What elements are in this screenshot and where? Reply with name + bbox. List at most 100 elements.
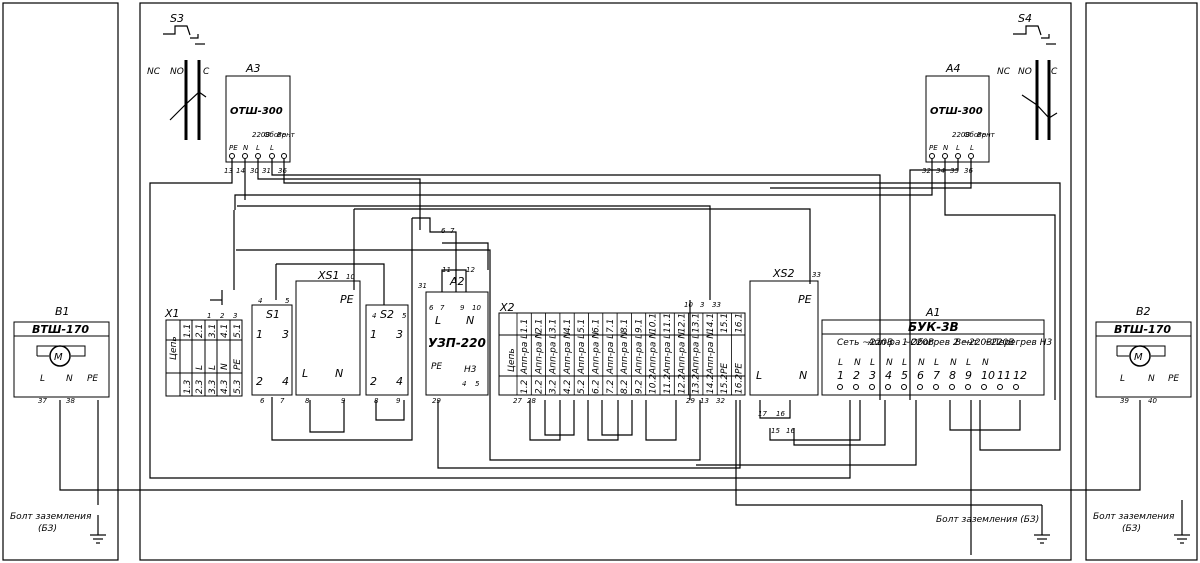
svg-text:3: 3 [700, 301, 704, 309]
svg-text:15: 15 [771, 427, 780, 435]
a1-terminal [981, 384, 987, 390]
svg-text:31: 31 [262, 167, 271, 175]
x2-circuit-label: Апп-ра L [634, 334, 644, 375]
svg-text:PE: PE [929, 144, 938, 152]
fan-b2: B2 ВТШ-170 M L N PE 39 40 Болт заземлени… [1093, 305, 1192, 534]
surge-protector-a2: 31 11 12 6 7 A2 6 7 9 10 L N УЗП-220 PE … [418, 227, 489, 405]
a1-terminal [997, 384, 1003, 390]
x2-top-id: 10.1 [649, 313, 659, 333]
x2-circuit-label: PE [720, 363, 730, 374]
a1-terminal-number: 9 [965, 369, 972, 382]
svg-text:32: 32 [922, 167, 931, 175]
svg-text:13: 13 [700, 397, 709, 405]
a1-terminal-number: 3 [869, 369, 876, 382]
a1-terminal-number: 7 [933, 369, 940, 382]
a1-terminal-number: 1 [837, 369, 844, 382]
svg-text:N: N [220, 363, 230, 370]
svg-text:N: N [466, 314, 474, 327]
x2-bottom-id: 15.2 [720, 374, 730, 394]
svg-text:27: 27 [513, 397, 522, 405]
svg-text:4.3: 4.3 [220, 379, 230, 394]
a1-terminal [885, 384, 891, 390]
x2-bottom-id: 8.2 [620, 379, 630, 394]
x2-bottom-id: 10.2 [649, 374, 659, 394]
x2-circuit-label: Апп-ра N [620, 332, 630, 375]
svg-text:M: M [54, 352, 63, 363]
svg-text:N: N [1148, 374, 1155, 384]
svg-text:10: 10 [472, 304, 481, 312]
x2-circuit-label: Апп-ра L [577, 334, 587, 375]
x2-circuit-label: Апп-ра N [706, 332, 716, 375]
x2-top-id: 15.1 [720, 313, 730, 333]
svg-text:A1: A1 [925, 306, 941, 319]
svg-text:M: M [1134, 352, 1143, 363]
svg-text:1: 1 [370, 328, 377, 341]
a1-ln-label: L [838, 358, 843, 368]
x2-top-id: 6.1 [592, 319, 602, 333]
a1-ln-label: L [934, 358, 939, 368]
a1-terminal [837, 384, 843, 390]
svg-text:9: 9 [460, 304, 465, 312]
svg-text:3: 3 [233, 312, 237, 320]
svg-text:34: 34 [936, 167, 945, 175]
b2-ground-label: Болт заземления [1093, 512, 1175, 522]
svg-text:7: 7 [280, 397, 285, 405]
svg-text:3.3: 3.3 [208, 379, 218, 394]
a1-ln-label: N [918, 358, 925, 368]
svg-text:L: L [256, 144, 260, 152]
b2-ref: B2 [1136, 305, 1151, 318]
x2-bottom-id: 4.2 [563, 379, 573, 394]
svg-text:6: 6 [260, 397, 265, 405]
svg-text:40: 40 [1148, 397, 1157, 405]
svg-text:4: 4 [396, 375, 403, 388]
x2-top-id: 12.1 [677, 313, 687, 333]
x2-bottom-id: 14.2 [706, 374, 716, 394]
a1-terminal-number: 4 [885, 369, 892, 382]
a1-ln-label: N [982, 358, 989, 368]
svg-text:7: 7 [440, 304, 445, 312]
x2-top-id: 3.1 [549, 319, 559, 333]
breaker-s1: 4 5 S1 1 3 2 4 6 7 [251, 297, 293, 405]
a1-terminal [917, 384, 923, 390]
x2-top-id: 2.1 [534, 319, 544, 333]
x2-circuit-label: PE [735, 363, 745, 374]
a1-terminal-number: 10 [981, 369, 995, 382]
a1-terminal-number: 5 [901, 369, 908, 382]
svg-text:5: 5 [402, 312, 407, 320]
svg-text:9: 9 [396, 397, 401, 405]
a1-ln-label: N [854, 358, 861, 368]
svg-text:XS2: XS2 [772, 267, 795, 280]
svg-text:Вент: Вент [277, 131, 296, 139]
svg-text:A4: A4 [945, 62, 961, 75]
svg-text:PE: PE [87, 374, 98, 384]
svg-text:NC: NC [997, 67, 1011, 77]
x2-top-id: 14.1 [706, 313, 716, 333]
svg-text:NC: NC [147, 67, 161, 77]
main-cabinet-frame [139, 2, 1072, 561]
svg-text:Перегрев Н3: Перегрев Н3 [992, 338, 1052, 348]
svg-text:29: 29 [432, 397, 441, 405]
svg-text:5: 5 [285, 297, 290, 305]
svg-text:PE: PE [1168, 374, 1179, 384]
x2-circuit-label: Апп-ра L [520, 334, 530, 375]
svg-text:2: 2 [370, 375, 377, 388]
svg-text:4: 4 [258, 297, 262, 305]
svg-text:L: L [435, 314, 441, 327]
svg-text:2.3: 2.3 [195, 379, 205, 394]
svg-text:2: 2 [220, 312, 225, 320]
x2-top-id: 5.1 [577, 319, 587, 333]
b1-ref: B1 [55, 305, 70, 318]
svg-text:PE: PE [798, 293, 812, 306]
svg-text:1.3: 1.3 [183, 379, 193, 394]
x2-circuit-label: Апп-ра N [677, 332, 687, 375]
svg-text:4: 4 [282, 375, 289, 388]
x2-bottom-id: 11.2 [663, 374, 673, 394]
svg-text:L: L [40, 374, 45, 384]
a1-ln-label: N [950, 358, 957, 368]
svg-text:УЗП-220: УЗП-220 [428, 336, 486, 350]
svg-text:PE: PE [340, 293, 354, 306]
schematic-canvas: B1 ВТШ-170 M L N PE 37 38 Болт заземлени… [2, 2, 1198, 561]
svg-text:7: 7 [450, 227, 455, 235]
svg-text:X1: X1 [164, 307, 180, 320]
x2-bottom-id: 16.2 [735, 374, 745, 394]
